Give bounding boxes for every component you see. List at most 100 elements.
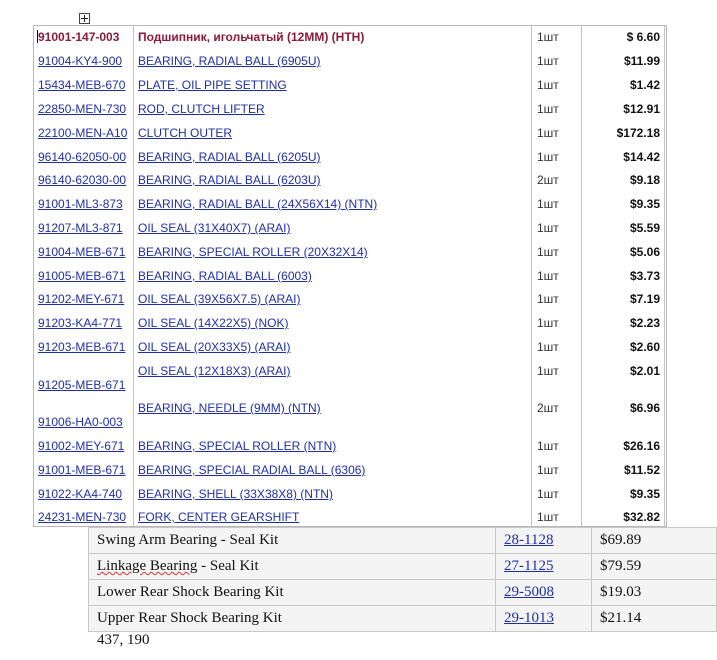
part-description-link[interactable]: BEARING, RADIAL BALL (6905U) [138,54,321,68]
part-description-link[interactable]: BEARING, NEEDLE (9MM) (NTN) [138,401,321,415]
part-number-link[interactable]: 91004-KY4-900 [38,54,122,68]
part-price: $ 6.60 [626,30,660,44]
part-description-link[interactable]: BEARING, SHELL (33X38X8) (NTN) [138,487,333,501]
kit-name-rest: - Seal Kit [197,558,259,574]
part-price: $5.06 [629,245,660,259]
part-price: $9.35 [629,197,660,211]
part-number-link[interactable]: 22850-MEN-730 [38,102,126,116]
part-price: $26.16 [623,439,660,453]
part-number-link[interactable]: 91022-KA4-740 [38,487,122,501]
part-quantity: 1шт [537,316,559,330]
part-number-link[interactable]: 22100-MEN-A10 [38,126,127,140]
part-quantity: 1шт [537,510,559,524]
kit-price: $69.89 [591,527,717,554]
part-description-link[interactable]: FORK, CENTER GEARSHIFT [138,510,299,524]
kit-name: Lower Rear Shock Bearing Kit [88,579,496,606]
part-price: $1.42 [629,78,660,92]
part-quantity: 1шт [537,269,559,283]
part-quantity: 1шт [537,463,559,477]
part-number-link[interactable]: 91006-HA0-003 [38,415,123,429]
kit-price: $79.59 [591,553,717,580]
part-description-link[interactable]: PLATE, OIL PIPE SETTING [138,78,287,92]
table-row: Lower Rear Shock Bearing Kit 29-5008 $19… [88,579,717,606]
part-number-link[interactable]: 91001-147-003 [38,30,119,44]
part-number-link[interactable]: 24231-MEN-730 [38,510,126,524]
part-price: $5.59 [629,221,660,235]
part-description-link[interactable]: OIL SEAL (39X56X7.5) (ARAI) [138,292,301,306]
part-quantity: 1шт [537,439,559,453]
part-description-link[interactable]: OIL SEAL (20X33X5) (ARAI) [138,340,291,354]
part-quantity: 1шт [537,340,559,354]
part-price: $9.18 [629,173,660,187]
kit-number-link[interactable]: 29-1013 [495,605,592,632]
bearing-kits-table: Swing Arm Bearing - Seal Kit 28-1128 $69… [88,527,717,632]
part-price: $14.42 [623,150,660,164]
part-number-link[interactable]: 96140-62030-00 [38,173,126,187]
kit-name: Linkage Bearing - Seal Kit [88,553,496,580]
part-number-link[interactable]: 96140-62050-00 [38,150,126,164]
kit-number-link[interactable]: 28-1128 [495,527,592,554]
part-description-link[interactable]: OIL SEAL (14X22X5) (NOK) [138,316,289,330]
table-row: Upper Rear Shock Bearing Kit 29-1013 $21… [88,605,717,632]
part-price: $7.19 [629,292,660,306]
coordinate-text: 437, 190 [97,632,150,648]
part-description-link[interactable]: OIL SEAL (31X40X7) (ARAI) [138,221,291,235]
part-quantity: 1шт [537,150,559,164]
part-description-link[interactable]: BEARING, RADIAL BALL (6205U) [138,150,321,164]
part-number-link[interactable]: 91202-MEY-671 [38,292,124,306]
part-description-link[interactable]: BEARING, RADIAL BALL (24X56X14) (NTN) [138,197,377,211]
kit-name: Swing Arm Bearing - Seal Kit [88,527,496,554]
part-price: $2.23 [629,316,660,330]
part-quantity: 1шт [537,245,559,259]
part-number-link[interactable]: 91207-ML3-871 [38,221,123,235]
part-description-link[interactable]: BEARING, RADIAL BALL (6203U) [138,173,321,187]
part-quantity: 1шт [537,487,559,501]
part-quantity: 2шт [537,401,559,415]
table-row: Swing Arm Bearing - Seal Kit 28-1128 $69… [88,527,717,554]
part-quantity: 1шт [537,102,559,116]
part-quantity: 1шт [537,30,559,44]
part-number-link[interactable]: 91203-KA4-771 [38,316,122,330]
part-price: $6.96 [629,401,660,415]
part-price: $3.73 [629,269,660,283]
part-description-link[interactable]: ROD, CLUTCH LIFTER [138,102,265,116]
column-divider [531,26,532,526]
part-price: $2.60 [629,340,660,354]
part-quantity: 1шт [537,292,559,306]
table-move-handle-icon[interactable] [79,13,90,24]
part-number-link[interactable]: 91203-MEB-671 [38,340,125,354]
part-number-link[interactable]: 91001-ML3-873 [38,197,123,211]
kit-name: Upper Rear Shock Bearing Kit [88,605,496,632]
part-quantity: 2шт [537,173,559,187]
part-number-link[interactable]: 15434-MEB-670 [38,78,125,92]
column-divider [664,26,665,526]
part-description-link[interactable]: BEARING, RADIAL BALL (6003) [138,269,312,283]
kit-price: $21.14 [591,605,717,632]
column-divider [133,26,134,526]
kit-price: $19.03 [591,579,717,606]
part-price: $11.99 [623,54,660,68]
part-quantity: 1шт [537,126,559,140]
part-price: $172.18 [616,126,660,140]
table-row: Linkage Bearing - Seal Kit 27-1125 $79.5… [88,553,717,580]
part-number-link[interactable]: 91005-MEB-671 [38,269,125,283]
part-description-link[interactable]: BEARING, SPECIAL ROLLER (NTN) [138,439,336,453]
part-description-link[interactable]: BEARING, SPECIAL ROLLER (20X32X14) [138,245,368,259]
part-description-link[interactable]: BEARING, SPECIAL RADIAL BALL (6306) [138,463,365,477]
part-description-link[interactable]: Подшипник, игольчатый (12MM) (HTH) [138,30,364,44]
kit-number-link[interactable]: 29-5008 [495,579,592,606]
part-price: $12.91 [623,102,660,116]
part-description-link[interactable]: OIL SEAL (12X18X3) (ARAI) [138,364,291,378]
part-price: $32.82 [623,510,660,524]
part-number-link[interactable]: 91001-MEB-671 [38,463,125,477]
part-quantity: 1шт [537,78,559,92]
part-number-link[interactable]: 91205-MEB-671 [38,378,125,392]
part-description-link[interactable]: CLUTCH OUTER [138,126,232,140]
parts-table: 91001-147-003 Подшипник, игольчатый (12M… [33,25,667,527]
part-price: $9.35 [629,487,660,501]
part-number-link[interactable]: 91004-MEB-671 [38,245,125,259]
part-number-link[interactable]: 91002-MEY-671 [38,439,124,453]
part-quantity: 1шт [537,221,559,235]
part-quantity: 1шт [537,197,559,211]
kit-number-link[interactable]: 27-1125 [495,553,592,580]
